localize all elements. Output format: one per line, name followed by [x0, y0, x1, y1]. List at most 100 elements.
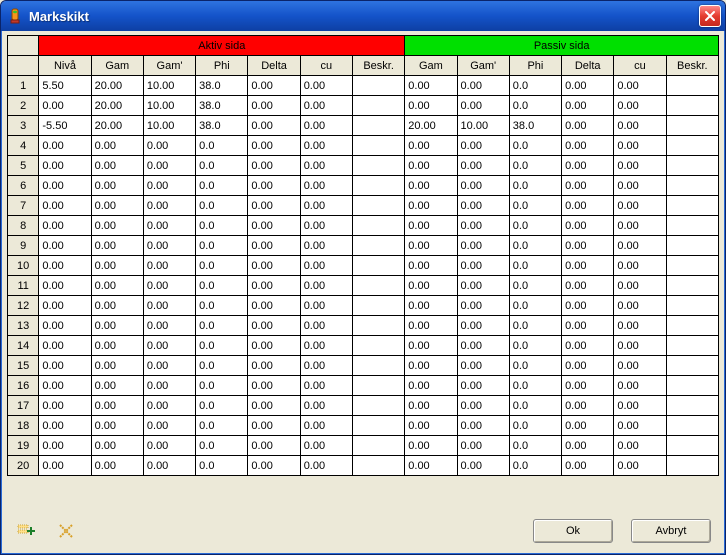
cell-delta[interactable]: 0.00: [248, 156, 300, 176]
cell-p_cu[interactable]: 0.00: [614, 236, 666, 256]
cell-beskr[interactable]: [352, 236, 404, 256]
cell-p_delta[interactable]: 0.00: [562, 236, 614, 256]
cell-phi[interactable]: 38.0: [196, 116, 248, 136]
table-row[interactable]: 20.0020.0010.0038.00.000.000.000.000.00.…: [8, 96, 719, 116]
cell-p_delta[interactable]: 0.00: [562, 96, 614, 116]
cell-phi[interactable]: 0.0: [196, 376, 248, 396]
cell-gam[interactable]: 0.00: [91, 316, 143, 336]
cell-p_beskr[interactable]: [666, 176, 718, 196]
cell-p_delta[interactable]: 0.00: [562, 76, 614, 96]
row-number[interactable]: 11: [8, 276, 39, 296]
cell-gamp[interactable]: 0.00: [143, 316, 195, 336]
table-row[interactable]: 90.000.000.000.00.000.000.000.000.00.000…: [8, 236, 719, 256]
cell-cu[interactable]: 0.00: [300, 296, 352, 316]
cell-gam[interactable]: 0.00: [91, 416, 143, 436]
cell-niva[interactable]: 0.00: [39, 276, 91, 296]
cell-p_delta[interactable]: 0.00: [562, 216, 614, 236]
cell-cu[interactable]: 0.00: [300, 156, 352, 176]
cell-gam[interactable]: 0.00: [91, 396, 143, 416]
cell-p_delta[interactable]: 0.00: [562, 156, 614, 176]
cell-niva[interactable]: 0.00: [39, 356, 91, 376]
cell-niva[interactable]: 0.00: [39, 236, 91, 256]
cell-p_cu[interactable]: 0.00: [614, 396, 666, 416]
table-row[interactable]: 170.000.000.000.00.000.000.000.000.00.00…: [8, 396, 719, 416]
cell-p_gam[interactable]: 0.00: [405, 316, 457, 336]
cell-p_gamp[interactable]: 0.00: [457, 76, 509, 96]
cell-beskr[interactable]: [352, 436, 404, 456]
cell-p_delta[interactable]: 0.00: [562, 396, 614, 416]
row-number[interactable]: 6: [8, 176, 39, 196]
cell-cu[interactable]: 0.00: [300, 216, 352, 236]
cell-p_gamp[interactable]: 0.00: [457, 356, 509, 376]
cell-p_delta[interactable]: 0.00: [562, 336, 614, 356]
cell-beskr[interactable]: [352, 156, 404, 176]
cell-cu[interactable]: 0.00: [300, 276, 352, 296]
cell-delta[interactable]: 0.00: [248, 376, 300, 396]
cell-niva[interactable]: 0.00: [39, 336, 91, 356]
table-row[interactable]: 150.000.000.000.00.000.000.000.000.00.00…: [8, 356, 719, 376]
cell-p_gamp[interactable]: 10.00: [457, 116, 509, 136]
cell-p_phi[interactable]: 0.0: [509, 376, 561, 396]
cell-p_beskr[interactable]: [666, 316, 718, 336]
cell-p_phi[interactable]: 0.0: [509, 196, 561, 216]
cell-niva[interactable]: 0.00: [39, 136, 91, 156]
row-number[interactable]: 12: [8, 296, 39, 316]
cell-p_gam[interactable]: 0.00: [405, 296, 457, 316]
cell-p_delta[interactable]: 0.00: [562, 456, 614, 476]
cell-gam[interactable]: 0.00: [91, 436, 143, 456]
col-gamp[interactable]: Gam': [143, 56, 195, 76]
cell-p_gamp[interactable]: 0.00: [457, 416, 509, 436]
cell-cu[interactable]: 0.00: [300, 416, 352, 436]
cell-p_delta[interactable]: 0.00: [562, 196, 614, 216]
cell-p_phi[interactable]: 0.0: [509, 276, 561, 296]
cell-niva[interactable]: 0.00: [39, 436, 91, 456]
cell-phi[interactable]: 0.0: [196, 196, 248, 216]
cell-niva[interactable]: 0.00: [39, 316, 91, 336]
cell-gamp[interactable]: 0.00: [143, 376, 195, 396]
cell-beskr[interactable]: [352, 216, 404, 236]
cell-p_cu[interactable]: 0.00: [614, 436, 666, 456]
col-p-phi[interactable]: Phi: [509, 56, 561, 76]
cell-p_gamp[interactable]: 0.00: [457, 256, 509, 276]
cell-phi[interactable]: 0.0: [196, 136, 248, 156]
row-number[interactable]: 13: [8, 316, 39, 336]
cell-beskr[interactable]: [352, 356, 404, 376]
cell-delta[interactable]: 0.00: [248, 456, 300, 476]
cell-p_delta[interactable]: 0.00: [562, 296, 614, 316]
cell-p_gam[interactable]: 0.00: [405, 396, 457, 416]
cell-gamp[interactable]: 0.00: [143, 396, 195, 416]
cell-p_gamp[interactable]: 0.00: [457, 216, 509, 236]
cell-p_delta[interactable]: 0.00: [562, 276, 614, 296]
col-niva[interactable]: Nivå: [39, 56, 91, 76]
cell-gam[interactable]: 0.00: [91, 376, 143, 396]
cell-gamp[interactable]: 10.00: [143, 76, 195, 96]
table-row[interactable]: 200.000.000.000.00.000.000.000.000.00.00…: [8, 456, 719, 476]
cell-p_gamp[interactable]: 0.00: [457, 436, 509, 456]
add-row-button[interactable]: [15, 520, 37, 542]
cell-p_phi[interactable]: 0.0: [509, 336, 561, 356]
cell-p_beskr[interactable]: [666, 396, 718, 416]
cell-cu[interactable]: 0.00: [300, 436, 352, 456]
cell-p_beskr[interactable]: [666, 416, 718, 436]
cell-p_delta[interactable]: 0.00: [562, 416, 614, 436]
cell-niva[interactable]: 0.00: [39, 96, 91, 116]
cell-p_phi[interactable]: 0.0: [509, 356, 561, 376]
cell-gamp[interactable]: 10.00: [143, 116, 195, 136]
cell-p_beskr[interactable]: [666, 116, 718, 136]
cell-p_beskr[interactable]: [666, 356, 718, 376]
cell-p_beskr[interactable]: [666, 156, 718, 176]
cell-delta[interactable]: 0.00: [248, 296, 300, 316]
cell-delta[interactable]: 0.00: [248, 416, 300, 436]
cell-p_delta[interactable]: 0.00: [562, 316, 614, 336]
cell-gamp[interactable]: 10.00: [143, 96, 195, 116]
cell-p_beskr[interactable]: [666, 236, 718, 256]
cell-niva[interactable]: 5.50: [39, 76, 91, 96]
cell-gam[interactable]: 20.00: [91, 76, 143, 96]
cell-phi[interactable]: 0.0: [196, 276, 248, 296]
table-row[interactable]: 140.000.000.000.00.000.000.000.000.00.00…: [8, 336, 719, 356]
cell-cu[interactable]: 0.00: [300, 116, 352, 136]
cell-gam[interactable]: 0.00: [91, 136, 143, 156]
cell-p_beskr[interactable]: [666, 96, 718, 116]
cell-p_gamp[interactable]: 0.00: [457, 376, 509, 396]
cell-p_beskr[interactable]: [666, 336, 718, 356]
